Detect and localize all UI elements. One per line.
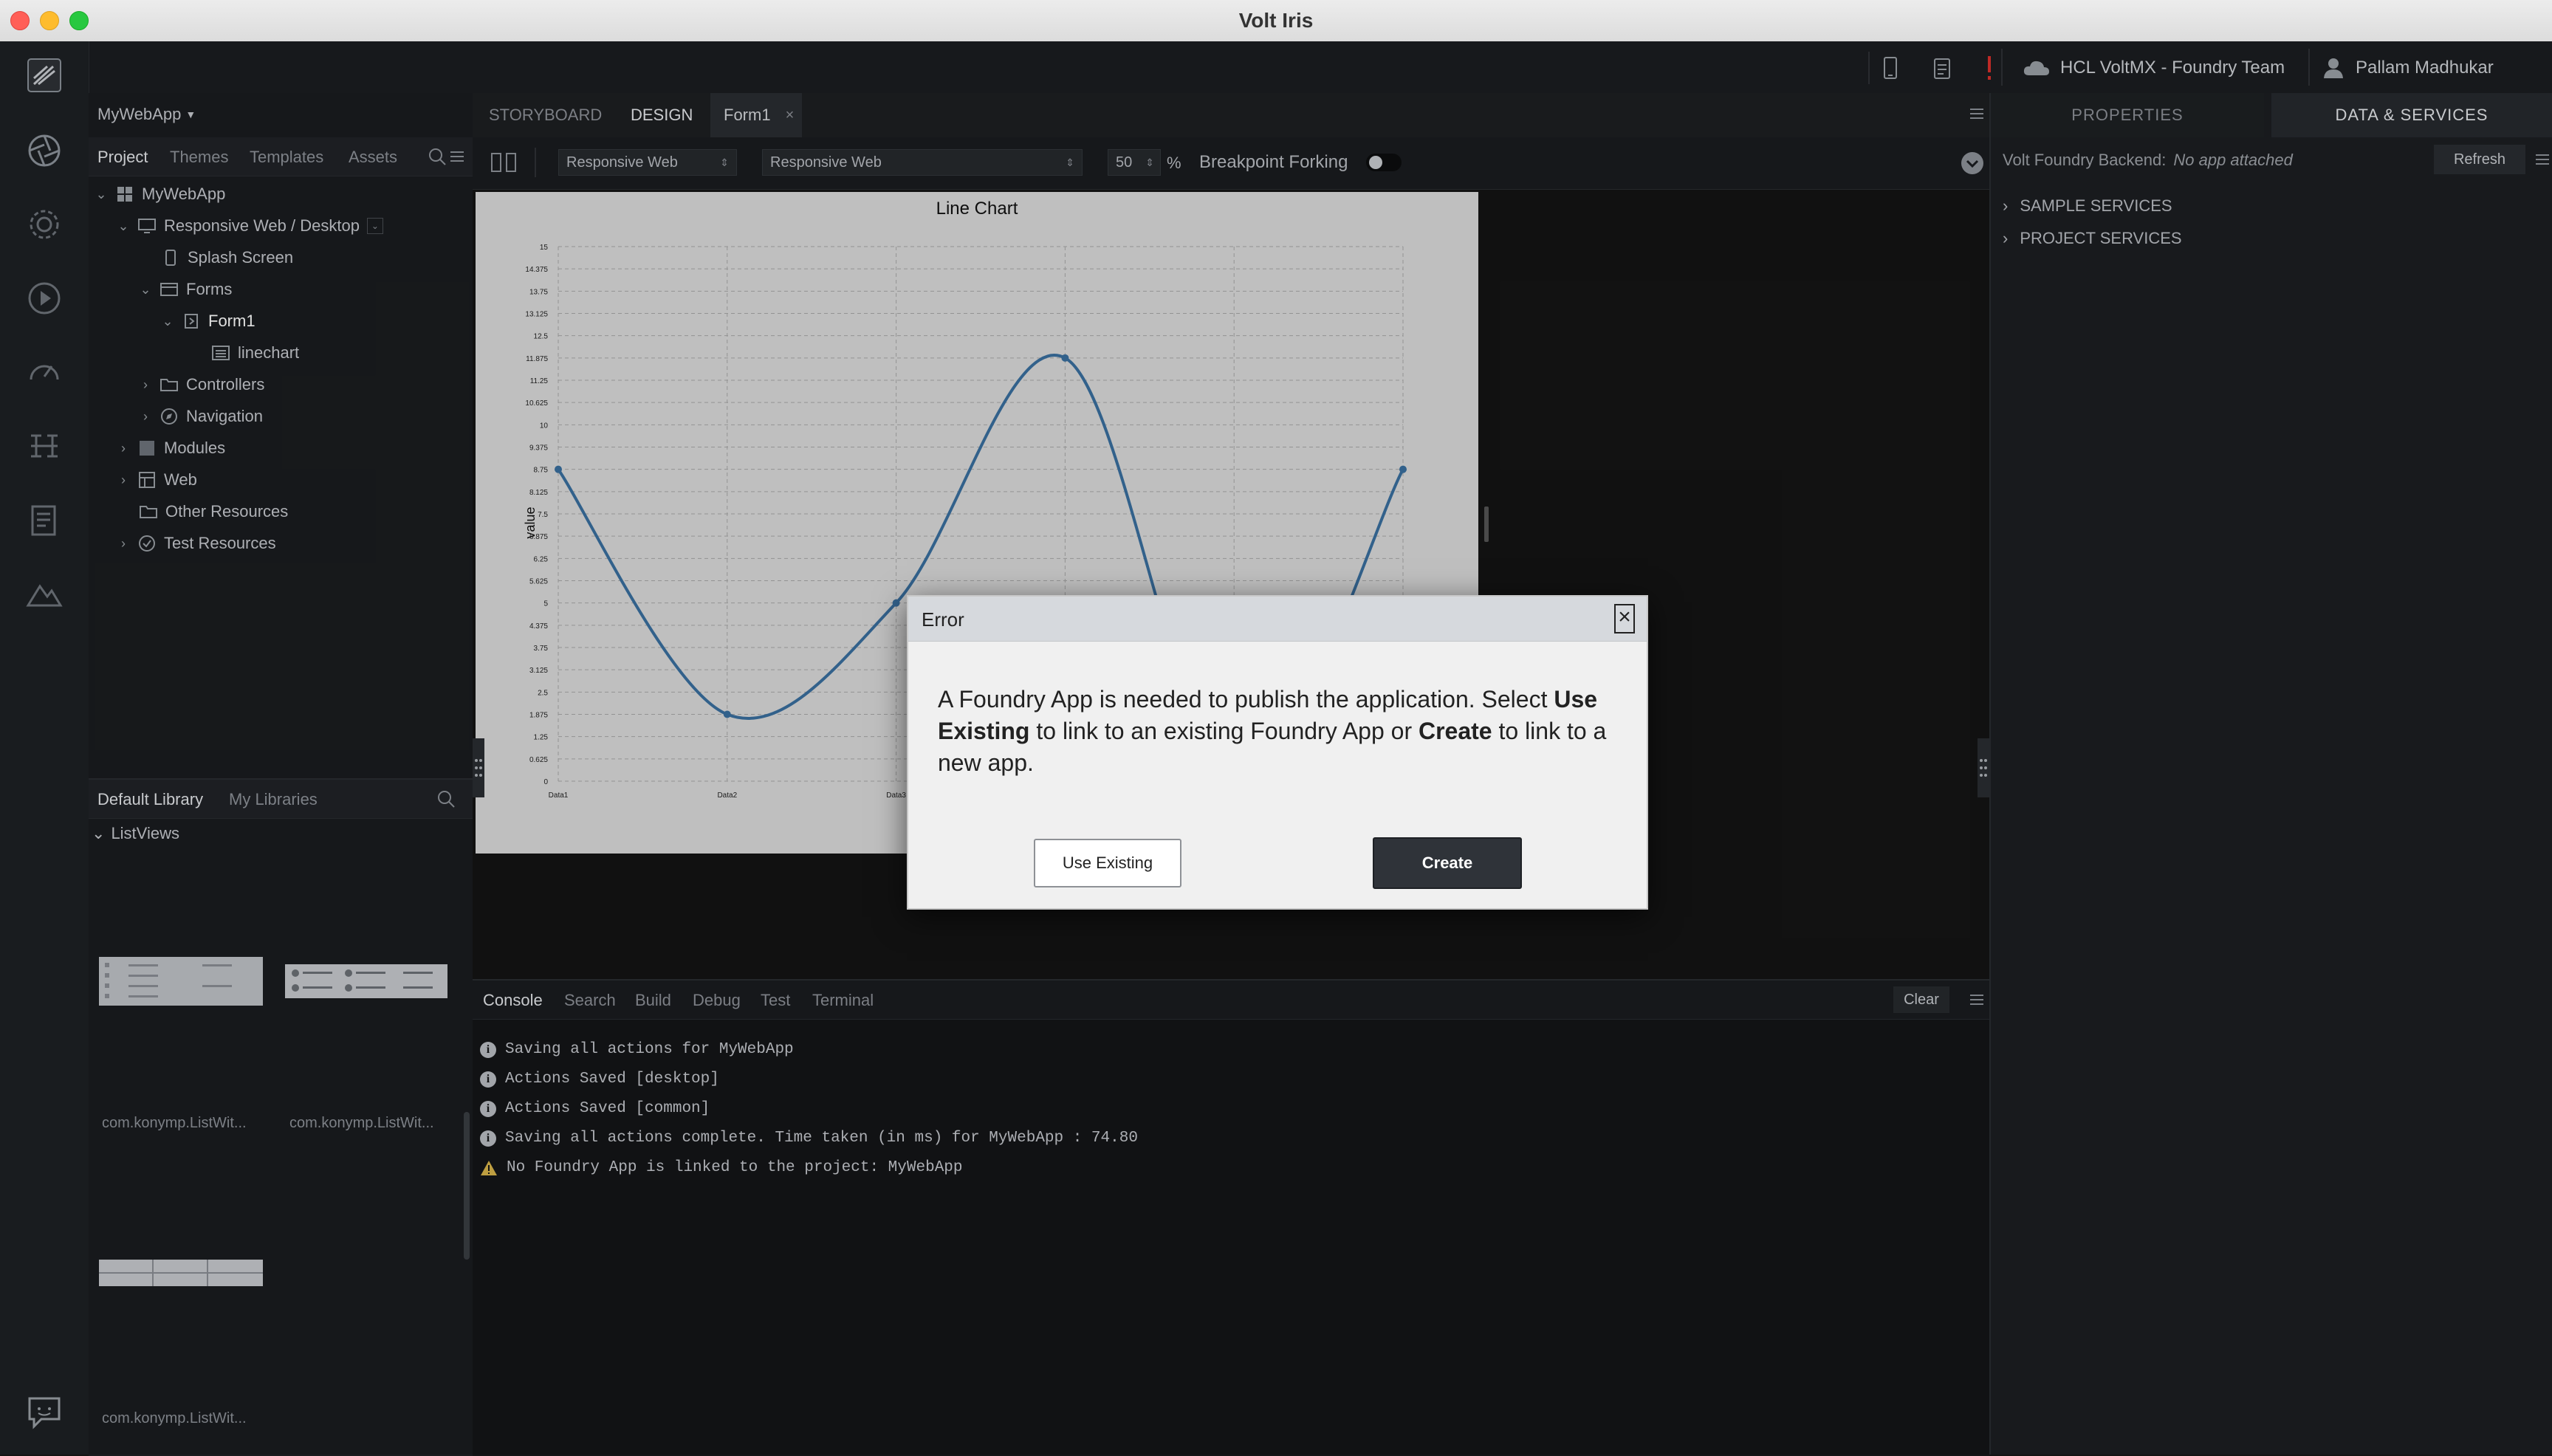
dialog-title: Error [922, 608, 964, 631]
window-title: Volt Iris [1238, 9, 1314, 32]
dialog-header: Error × [908, 597, 1647, 642]
close-icon[interactable]: × [1614, 604, 1635, 633]
window-titlebar: Volt Iris [0, 0, 2552, 42]
message-text: to link to an existing Foundry App or [1029, 718, 1419, 744]
dialog-message: A Foundry App is needed to publish the a… [938, 684, 1617, 779]
create-button[interactable]: Create [1373, 837, 1522, 889]
error-dialog: Error × A Foundry App is needed to publi… [907, 595, 1648, 910]
message-text: A Foundry App is needed to publish the a… [938, 686, 1554, 712]
message-bold: Create [1418, 718, 1492, 744]
use-existing-button[interactable]: Use Existing [1034, 839, 1181, 887]
